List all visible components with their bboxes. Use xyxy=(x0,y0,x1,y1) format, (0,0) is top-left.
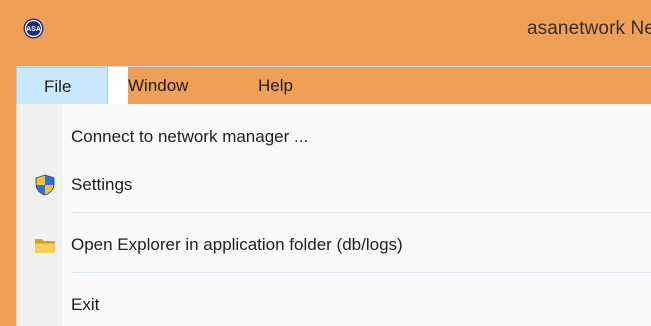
menu-window[interactable]: Window xyxy=(128,67,651,105)
menu-separator xyxy=(71,272,651,273)
menu-separator xyxy=(71,212,651,213)
file-dropdown-menu: Connect to network manager ... Settings … xyxy=(16,104,651,326)
menu-item-label: Connect to network manager ... xyxy=(71,127,309,146)
menu-item-label: Exit xyxy=(71,295,100,314)
title-bar[interactable]: ASA asanetwork Ne xyxy=(0,0,651,66)
menu-item-label: Settings xyxy=(71,175,133,194)
shield-icon xyxy=(35,174,55,196)
menu-item-label: Open Explorer in application folder (db/… xyxy=(71,235,403,254)
menu-item-exit[interactable]: Exit xyxy=(17,288,651,322)
menu-file[interactable]: File xyxy=(16,67,108,105)
menu-item-settings[interactable]: Settings xyxy=(17,168,651,202)
svg-text:ASA: ASA xyxy=(26,26,41,33)
menu-bar: File Window Help xyxy=(16,66,651,105)
folder-icon xyxy=(35,239,55,253)
asa-logo-icon[interactable]: ASA xyxy=(23,18,44,39)
menu-item-connect[interactable]: Connect to network manager ... xyxy=(17,120,651,154)
menu-item-open-explorer[interactable]: Open Explorer in application folder (db/… xyxy=(17,228,651,262)
menu-help[interactable]: Help xyxy=(258,67,293,105)
app-window: ASA asanetwork Ne File Window Help Conne… xyxy=(0,0,651,326)
window-title: asanetwork Ne xyxy=(526,18,651,39)
